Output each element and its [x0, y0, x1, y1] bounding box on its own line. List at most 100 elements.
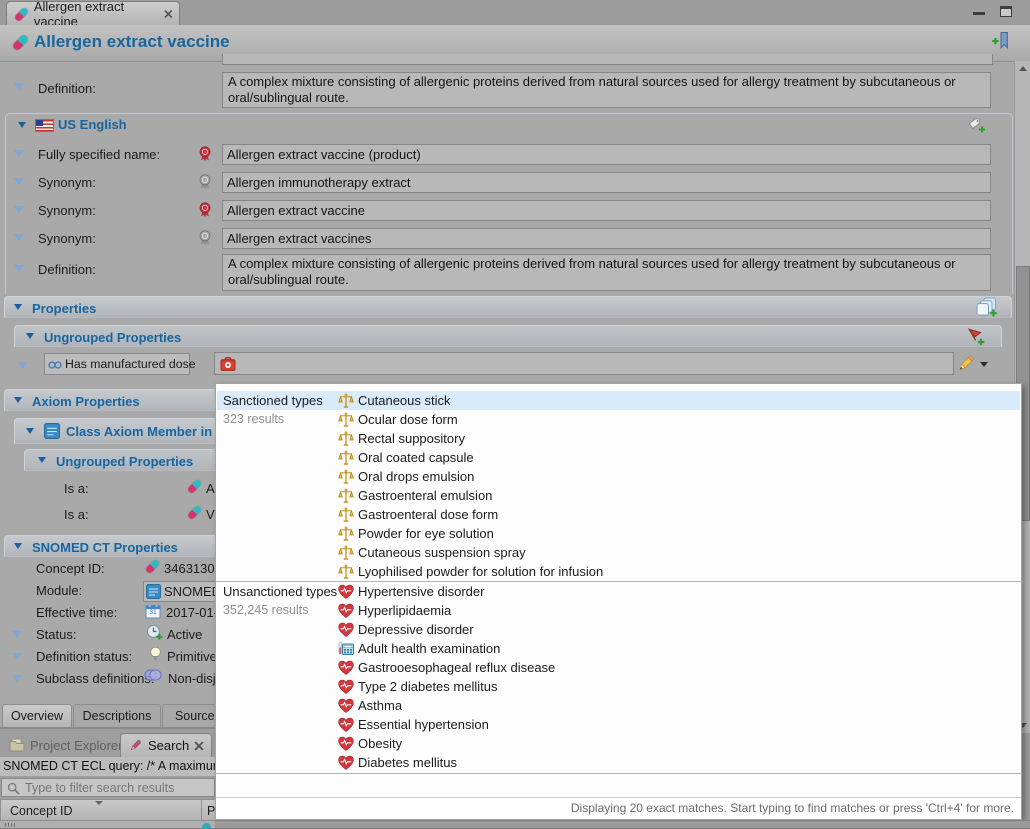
property-value: Primitive: [167, 649, 217, 664]
list-end-separator: [216, 773, 1021, 774]
language-section-title: US English: [58, 117, 127, 132]
description-input[interactable]: [222, 228, 991, 249]
attribute-combo[interactable]: Has manufactured dose: [44, 353, 190, 375]
value-dropdown-arrow[interactable]: [980, 362, 988, 367]
minimize-button[interactable]: [973, 12, 985, 15]
dropdown-item[interactable]: Gastrooesophageal reflux disease: [217, 658, 1020, 677]
add-property-group-button[interactable]: [976, 297, 999, 318]
dropdown-item[interactable]: Asthma: [217, 696, 1020, 715]
dropdown-item[interactable]: Diabetes mellitus: [217, 753, 1020, 772]
dropdown-item[interactable]: Powder for eye solution: [217, 524, 1020, 543]
heart-pulse-icon: [338, 603, 354, 619]
section-arrow[interactable]: [26, 428, 34, 434]
expand-chevron[interactable]: [14, 234, 24, 241]
acceptability-icon-acceptable[interactable]: [197, 173, 213, 190]
add-property-button[interactable]: [966, 327, 987, 347]
description-type-label: Synonym:: [38, 231, 96, 246]
axiom-properties-title: Axiom Properties: [32, 394, 140, 409]
expand-chevron[interactable]: [14, 265, 24, 272]
dropdown-item[interactable]: Adult health examination: [217, 639, 1020, 658]
property-label: Effective time:: [36, 605, 117, 620]
dropdown-item[interactable]: Rectal suppository: [217, 429, 1020, 448]
scales-icon: [338, 564, 354, 580]
axiom-ungrouped-title: Ungrouped Properties: [56, 454, 193, 469]
dropdown-item[interactable]: Ocular dose form: [217, 410, 1020, 429]
editor-tab-descriptions[interactable]: Descriptions: [73, 704, 161, 727]
scales-icon: [338, 545, 354, 561]
section-arrow[interactable]: [18, 122, 26, 128]
property-value: SNOMED: [164, 584, 221, 599]
property-value-input[interactable]: [214, 352, 954, 375]
expand-chevron[interactable]: [12, 631, 22, 638]
dropdown-item[interactable]: Type 2 diabetes mellitus: [217, 677, 1020, 696]
dropdown-item[interactable]: Gastroenteral emulsion: [217, 486, 1020, 505]
expand-chevron[interactable]: [14, 178, 24, 185]
scales-icon: [338, 507, 354, 523]
expand-chevron[interactable]: [14, 206, 24, 213]
expand-chevron[interactable]: [18, 362, 28, 369]
dropdown-item[interactable]: Obesity: [217, 734, 1020, 753]
tab-close-icon[interactable]: [164, 9, 173, 19]
section-arrow[interactable]: [38, 457, 46, 463]
description-input[interactable]: [222, 144, 991, 165]
is-a-label: Is a:: [64, 481, 89, 496]
heart-pulse-icon: [338, 717, 354, 733]
column-header-concept-id[interactable]: Concept ID: [0, 799, 202, 821]
dropdown-item[interactable]: Gastroenteral dose form: [217, 505, 1020, 524]
add-description-button[interactable]: [966, 115, 987, 134]
filter-input[interactable]: [23, 780, 213, 796]
edit-pencil-button[interactable]: [956, 354, 975, 373]
view-tab-close-icon[interactable]: [194, 741, 204, 751]
is-a-value: A: [206, 481, 215, 496]
dropdown-item[interactable]: Sanctioned types Cutaneous stick: [217, 391, 1020, 410]
expand-chevron[interactable]: [14, 150, 24, 157]
heart-pulse-icon: [338, 660, 354, 676]
acceptability-icon-acceptable[interactable]: [197, 229, 213, 246]
editor-tab-overview[interactable]: Overview: [2, 704, 72, 727]
row-icon-fragment: [202, 823, 211, 829]
expand-chevron[interactable]: [14, 83, 24, 90]
property-label: Status:: [36, 627, 76, 642]
property-label: Module:: [36, 583, 82, 598]
scroll-up-arrow[interactable]: [1019, 66, 1027, 71]
add-bookmark-button[interactable]: [991, 31, 1010, 50]
view-tab-project-explorer[interactable]: Project Explorer: [2, 733, 129, 757]
section-arrow[interactable]: [26, 333, 34, 339]
module-icon: [44, 423, 60, 439]
ecl-query-bar: SNOMED CT ECL query: /* A maximum: [0, 757, 215, 776]
property-label: Concept ID:: [36, 561, 105, 576]
expand-chevron[interactable]: [12, 675, 22, 682]
section-arrow[interactable]: [14, 543, 22, 549]
scales-icon: [338, 412, 354, 428]
dropdown-group-label: Sanctioned types: [223, 393, 323, 408]
dropdown-item[interactable]: Oral coated capsule: [217, 448, 1020, 467]
section-arrow[interactable]: [14, 304, 22, 310]
expand-chevron[interactable]: [12, 653, 22, 660]
description-type-label: Synonym:: [38, 175, 96, 190]
properties-section-header: [4, 296, 1012, 318]
dropdown-item[interactable]: Oral drops emulsion: [217, 467, 1020, 486]
description-input[interactable]: [222, 200, 991, 221]
definition-textarea[interactable]: A complex mixture consisting of allergen…: [222, 254, 991, 291]
maximize-button[interactable]: [1000, 6, 1012, 17]
view-tab-search[interactable]: Search: [120, 733, 212, 757]
concept-editor-tab[interactable]: Allergen extract vaccine: [6, 1, 180, 25]
scales-icon: [338, 393, 354, 409]
heart-pulse-icon: [338, 755, 354, 771]
definition-textarea[interactable]: A complex mixture consisting of allergen…: [222, 72, 991, 108]
dropdown-item[interactable]: Hypertensive disorder: [217, 582, 1020, 601]
dropdown-item[interactable]: Lyophilised powder for solution for infu…: [217, 562, 1020, 581]
property-value: Active: [167, 627, 202, 642]
module-value-box[interactable]: SNOMED: [143, 581, 217, 602]
ecl-query-label: SNOMED CT ECL query: /* A maximum: [3, 759, 215, 773]
dropdown-item[interactable]: Depressive disorder: [217, 620, 1020, 639]
acceptability-icon-preferred[interactable]: [197, 145, 213, 162]
section-arrow[interactable]: [14, 397, 22, 403]
dropdown-item[interactable]: Cutaneous suspension spray: [217, 543, 1020, 562]
description-input[interactable]: [222, 172, 991, 193]
dropdown-item[interactable]: Essential hypertension: [217, 715, 1020, 734]
acceptability-icon-preferred[interactable]: [197, 201, 213, 218]
dropdown-item[interactable]: Hyperlipidaemia: [217, 601, 1020, 620]
exam-icon: [338, 641, 354, 657]
us-flag-icon: [35, 119, 54, 132]
